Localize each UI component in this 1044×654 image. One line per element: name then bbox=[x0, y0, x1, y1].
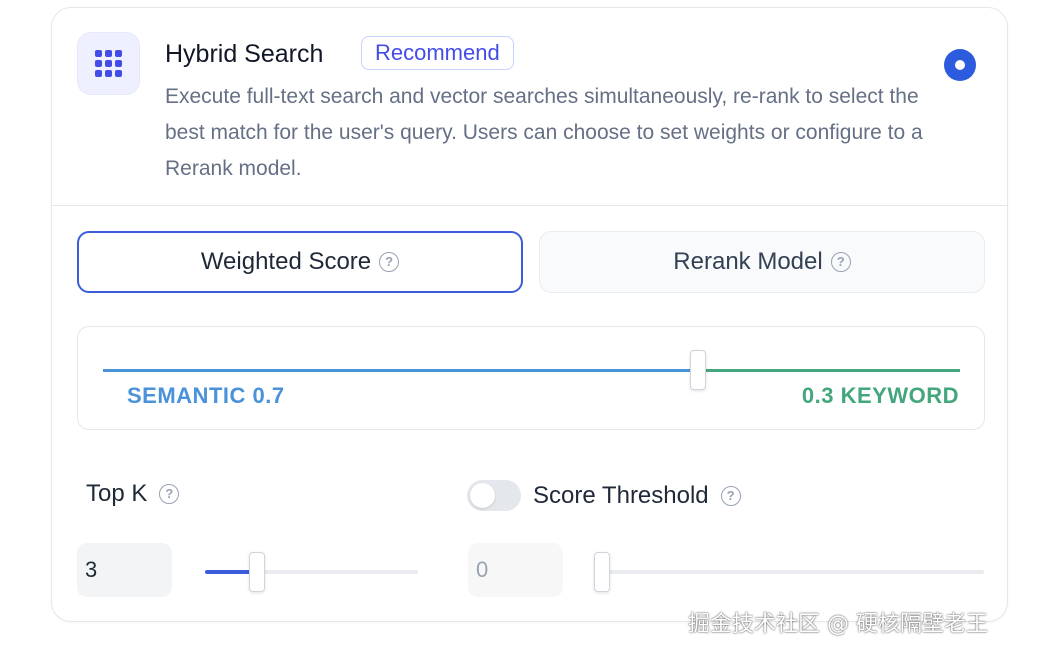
score-threshold-toggle[interactable] bbox=[467, 480, 521, 511]
help-icon[interactable]: ? bbox=[720, 485, 741, 506]
rerank-model-option[interactable]: Rerank Model ? bbox=[539, 231, 985, 293]
score-threshold-slider-track[interactable] bbox=[595, 570, 984, 574]
help-icon[interactable]: ? bbox=[830, 252, 851, 272]
weight-slider-handle[interactable] bbox=[690, 350, 706, 390]
weighted-score-option[interactable]: Weighted Score ? bbox=[77, 231, 523, 293]
recommend-badge: Recommend bbox=[361, 36, 514, 70]
top-k-label-group: Top K ? bbox=[86, 480, 180, 508]
keyword-weight-label: 0.3 KEYWORD bbox=[801, 383, 959, 408]
top-k-input[interactable]: 3 bbox=[77, 543, 172, 597]
grid-icon bbox=[77, 32, 140, 95]
semantic-weight-label: SEMANTIC 0.7 bbox=[127, 383, 285, 408]
weight-slider-panel: SEMANTIC 0.7 0.3 KEYWORD bbox=[77, 326, 985, 430]
keyword-track[interactable] bbox=[705, 369, 960, 372]
top-k-slider-handle[interactable] bbox=[249, 552, 265, 592]
watermark: 掘金技术社区 @ 硬核隔壁老王 bbox=[688, 612, 988, 637]
weighted-score-label: Weighted Score bbox=[200, 248, 372, 275]
hybrid-search-card[interactable]: Hybrid Search Recommend Execute full-tex… bbox=[51, 7, 1008, 622]
score-threshold-label-group: Score Threshold ? bbox=[467, 480, 741, 511]
selected-radio[interactable] bbox=[944, 49, 976, 81]
rerank-model-label: Rerank Model bbox=[673, 248, 823, 275]
semantic-track[interactable] bbox=[103, 369, 698, 372]
card-description: Execute full-text search and vector sear… bbox=[165, 85, 923, 180]
score-threshold-input[interactable]: 0 bbox=[468, 543, 563, 597]
help-icon[interactable]: ? bbox=[379, 252, 400, 272]
top-k-label: Top K bbox=[86, 480, 148, 507]
score-threshold-slider-handle[interactable] bbox=[594, 552, 610, 592]
card-title: Hybrid Search bbox=[165, 40, 324, 68]
divider bbox=[52, 205, 1007, 206]
help-icon[interactable]: ? bbox=[159, 484, 180, 504]
score-threshold-label: Score Threshold bbox=[533, 481, 709, 509]
